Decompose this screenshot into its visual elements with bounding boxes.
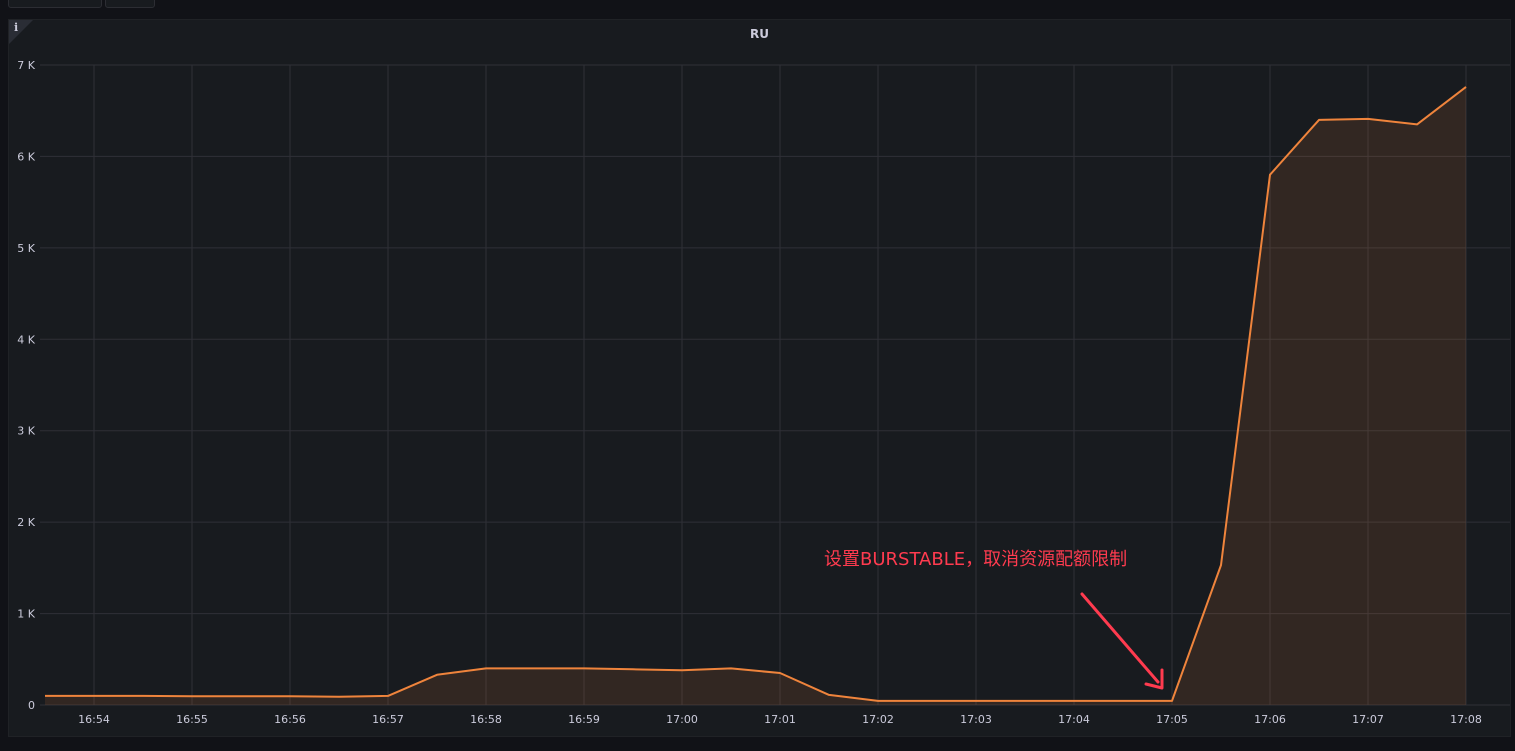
y-tick-label: 7 K [17,59,35,72]
x-tick-label: 17:02 [862,713,894,726]
x-tick-label: 17:03 [960,713,992,726]
series-area [45,86,1466,705]
x-tick-label: 17:00 [666,713,698,726]
y-tick-label: 0 [28,699,35,712]
x-tick-label: 17:01 [764,713,796,726]
x-tick-label: 16:58 [470,713,502,726]
y-tick-label: 1 K [17,608,35,621]
x-tick-label: 17:08 [1450,713,1482,726]
x-tick-label: 17:05 [1156,713,1188,726]
x-tick-label: 16:54 [78,713,110,726]
x-tick-label: 16:56 [274,713,306,726]
y-tick-label: 2 K [17,516,35,529]
ru-chart: 0 1 K 2 K 3 K 4 K 5 K 6 K 7 K 16:54 16:55 16:56 16:… [17,59,1510,726]
y-tick-label: 3 K [17,425,35,438]
y-tick-label: 5 K [17,242,35,255]
y-tick-label: 6 K [17,150,35,163]
x-tick-label: 16:55 [176,713,208,726]
x-tick-label: 16:57 [372,713,404,726]
x-tick-label: 17:06 [1254,713,1286,726]
x-tick-label: 17:07 [1352,713,1384,726]
chart-annotation: 设置BURSTABLE，取消资源配额限制 [824,549,1128,570]
y-tick-label: 4 K [17,333,35,346]
annotation-arrow-shaft [1080,592,1160,684]
x-tick-label: 17:04 [1058,713,1090,726]
x-tick-label: 16:59 [568,713,600,726]
